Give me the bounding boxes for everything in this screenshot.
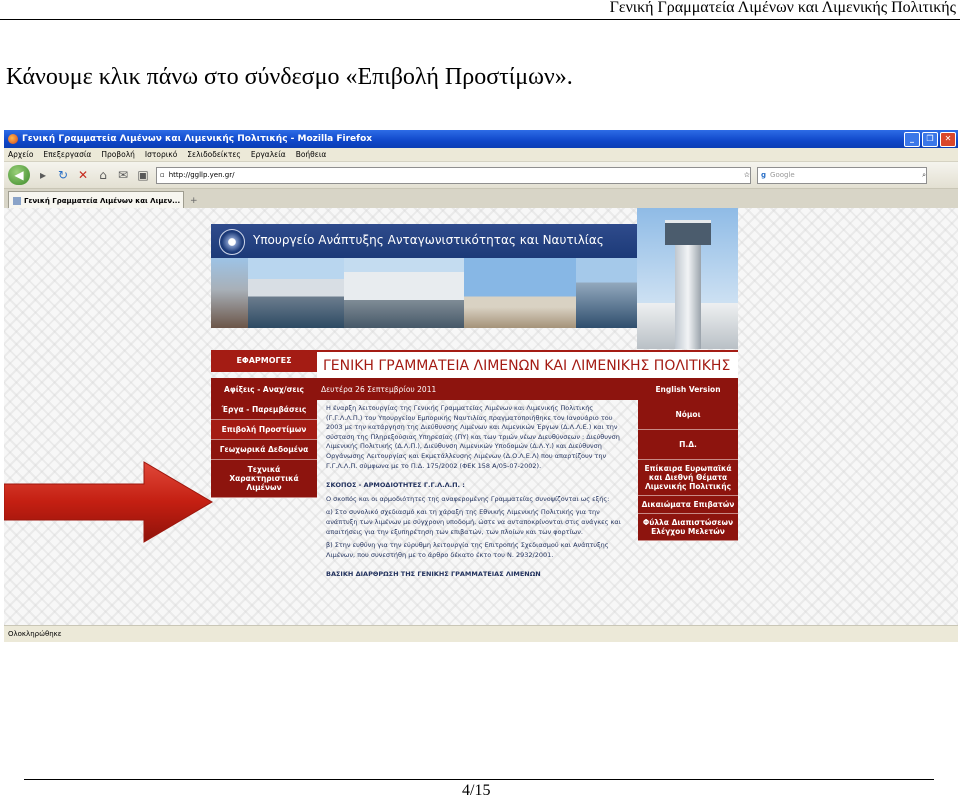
reload-icon[interactable]: ↻: [56, 168, 70, 182]
window-titlebar: Γενική Γραμματεία Λιμένων και Λιμενικής …: [4, 130, 958, 148]
minimize-button[interactable]: _: [904, 131, 920, 147]
browser-screenshot: Γενική Γραμματεία Λιμένων και Λιμενικής …: [4, 130, 958, 642]
apps-link[interactable]: ΕΦΑΡΜΟΓΕΣ: [211, 350, 317, 372]
url-bar[interactable]: ▫ http://ggllp.yen.gr/ ☆: [156, 166, 751, 184]
nav-study-checks[interactable]: Φύλλα Διαπιστώσεων Ελέγχου Μελετών: [638, 514, 738, 541]
menu-view[interactable]: Προβολή: [101, 150, 135, 159]
menu-edit[interactable]: Επεξεργασία: [43, 150, 91, 159]
search-placeholder[interactable]: Google: [770, 171, 918, 179]
header-rule: [0, 19, 960, 20]
right-navigation: Νόμοι Π.Δ. Επίκαιρα Ευρωπαϊκά και Διεθνή…: [638, 400, 738, 541]
page-number: 4/15: [462, 782, 491, 799]
site-title: ΓΕΝΙΚΗ ΓΡΑΜΜΑΤΕΙΑ ΛΙΜΕΝΩΝ ΚΑΙ ΛΙΜΕΝΙΚΗΣ …: [317, 350, 738, 378]
menu-tools[interactable]: Εργαλεία: [251, 150, 286, 159]
star-icon[interactable]: ☆: [744, 171, 750, 179]
bookmark-icon[interactable]: ✉: [116, 168, 130, 182]
summary-paragraph: Ο σκοπός και οι αρμοδιότητες της αναφερο…: [326, 494, 610, 503]
port-photo: [211, 258, 248, 328]
addon-icon[interactable]: ▣: [136, 168, 150, 182]
nav-decrees[interactable]: Π.Δ.: [638, 430, 738, 460]
footer-rule: [24, 779, 934, 780]
intro-text: Κάνουμε κλικ πάνω στο σύνδεσμο «Επιβολή …: [6, 64, 573, 90]
home-icon[interactable]: ⌂: [96, 168, 110, 182]
main-text: Η έναρξη λειτουργίας της Γενικής Γραμματ…: [326, 404, 626, 584]
page-icon: ▫: [160, 171, 165, 179]
website: Υπουργείο Ανάπτυξης Ανταγωνιστικότητας κ…: [211, 208, 738, 626]
ministry-name: Υπουργείο Ανάπτυξης Ανταγωνιστικότητας κ…: [253, 233, 604, 247]
item-a: α) Στο συνολικό σχεδιασμό και τη χάραξη …: [326, 508, 621, 536]
menu-history[interactable]: Ιστορικό: [145, 150, 177, 159]
navigation-toolbar: ◀ ▸ ↻ ✕ ⌂ ✉ ▣ ▫ http://ggllp.yen.gr/ ☆ g…: [4, 162, 958, 189]
back-button[interactable]: ◀: [8, 165, 30, 185]
search-box[interactable]: g Google ⌕: [757, 166, 927, 184]
lighthouse-photo: [464, 258, 576, 328]
search-icon[interactable]: ⌕: [922, 171, 926, 180]
menu-bookmarks[interactable]: Σελιδοδείκτες: [187, 150, 241, 159]
menu-file[interactable]: Αρχείο: [8, 150, 33, 159]
window-title: Γενική Γραμματεία Λιμένων και Λιμενικής …: [22, 134, 373, 144]
ministry-banner: Υπουργείο Ανάπτυξης Ανταγωνιστικότητας κ…: [211, 224, 637, 258]
menu-help[interactable]: Βοήθεια: [296, 150, 327, 159]
stop-icon[interactable]: ✕: [76, 168, 90, 182]
running-header: Γενική Γραμματεία Λιμένων και Λιμενικής …: [609, 0, 956, 16]
harbor-photo: [344, 258, 464, 328]
nav-port-specs[interactable]: Τεχνικά Χαρακτηριστικά Λιμένων: [211, 460, 317, 498]
nav-fines[interactable]: Επιβολή Προστίμων: [211, 420, 317, 440]
nav-passenger-rights[interactable]: Δικαιώματα Επιβατών: [638, 496, 738, 514]
url-text[interactable]: http://ggllp.yen.gr/: [169, 171, 740, 179]
restore-button[interactable]: ❐: [922, 131, 938, 147]
tab-bar: Γενική Γραμματεία Λιμένων και Λιμεν... +: [4, 189, 958, 210]
site-info-bar: Αφίξεις - Αναχ/σεις Δευτέρα 26 Σεπτεμβρί…: [211, 378, 738, 400]
coast-photo: [576, 258, 637, 328]
arrivals-link[interactable]: Αφίξεις - Αναχ/σεις: [211, 385, 317, 394]
section-heading: ΣΚΟΠΟΣ - ΑΡΜΟΔΙΟΤΗΤΕΣ Γ.Γ.Λ.Λ.Π. :: [326, 481, 465, 490]
nav-projects[interactable]: Έργα - Παρεμβάσεις: [211, 400, 317, 420]
status-bar: Ολοκληρώθηκε: [4, 625, 958, 642]
marina-photo: [248, 258, 344, 328]
pointer-arrow-icon: [4, 461, 213, 543]
english-version-link[interactable]: English Version: [638, 385, 738, 394]
firefox-icon: [8, 134, 18, 144]
google-icon: g: [761, 171, 767, 179]
forward-button[interactable]: ▸: [36, 168, 50, 182]
nav-european-issues[interactable]: Επίκαιρα Ευρωπαϊκά και Διεθνή Θέματα Λιμ…: [638, 460, 738, 496]
nav-laws[interactable]: Νόμοι: [638, 400, 738, 430]
current-date: Δευτέρα 26 Σεπτεμβρίου 2011: [321, 384, 437, 394]
ministry-emblem-icon: [219, 229, 245, 255]
page-content: Υπουργείο Ανάπτυξης Ανταγωνιστικότητας κ…: [4, 208, 958, 626]
left-navigation: Έργα - Παρεμβάσεις Επιβολή Προστίμων Γεω…: [211, 400, 317, 498]
truncated-heading: ΒΑΣΙΚΗ ΔΙΑΡΘΡΩΣΗ ΤΗΣ ΓΕΝΙΚΗΣ ΓΡΑΜΜΑΤΕΙΑΣ…: [326, 570, 541, 579]
new-tab-icon[interactable]: +: [190, 196, 198, 206]
tab-title: Γενική Γραμματεία Λιμένων και Λιμεν...: [24, 196, 181, 205]
status-text: Ολοκληρώθηκε: [8, 630, 62, 638]
close-button[interactable]: ✕: [940, 131, 956, 147]
nav-geospatial[interactable]: Γεωχωρικά Δεδομένα: [211, 440, 317, 460]
intro-paragraph: Η έναρξη λειτουργίας της Γενικής Γραμματ…: [326, 404, 620, 470]
control-tower-photo: [637, 208, 738, 349]
menu-bar: Αρχείο Επεξεργασία Προβολή Ιστορικό Σελι…: [4, 148, 958, 162]
item-b: β) Στην ευθύνη για την εύρυθμη λειτουργί…: [326, 541, 609, 559]
tab-favicon-icon: [13, 196, 21, 205]
active-tab[interactable]: Γενική Γραμματεία Λιμένων και Λιμεν...: [8, 191, 184, 209]
header-photos: [211, 258, 637, 328]
